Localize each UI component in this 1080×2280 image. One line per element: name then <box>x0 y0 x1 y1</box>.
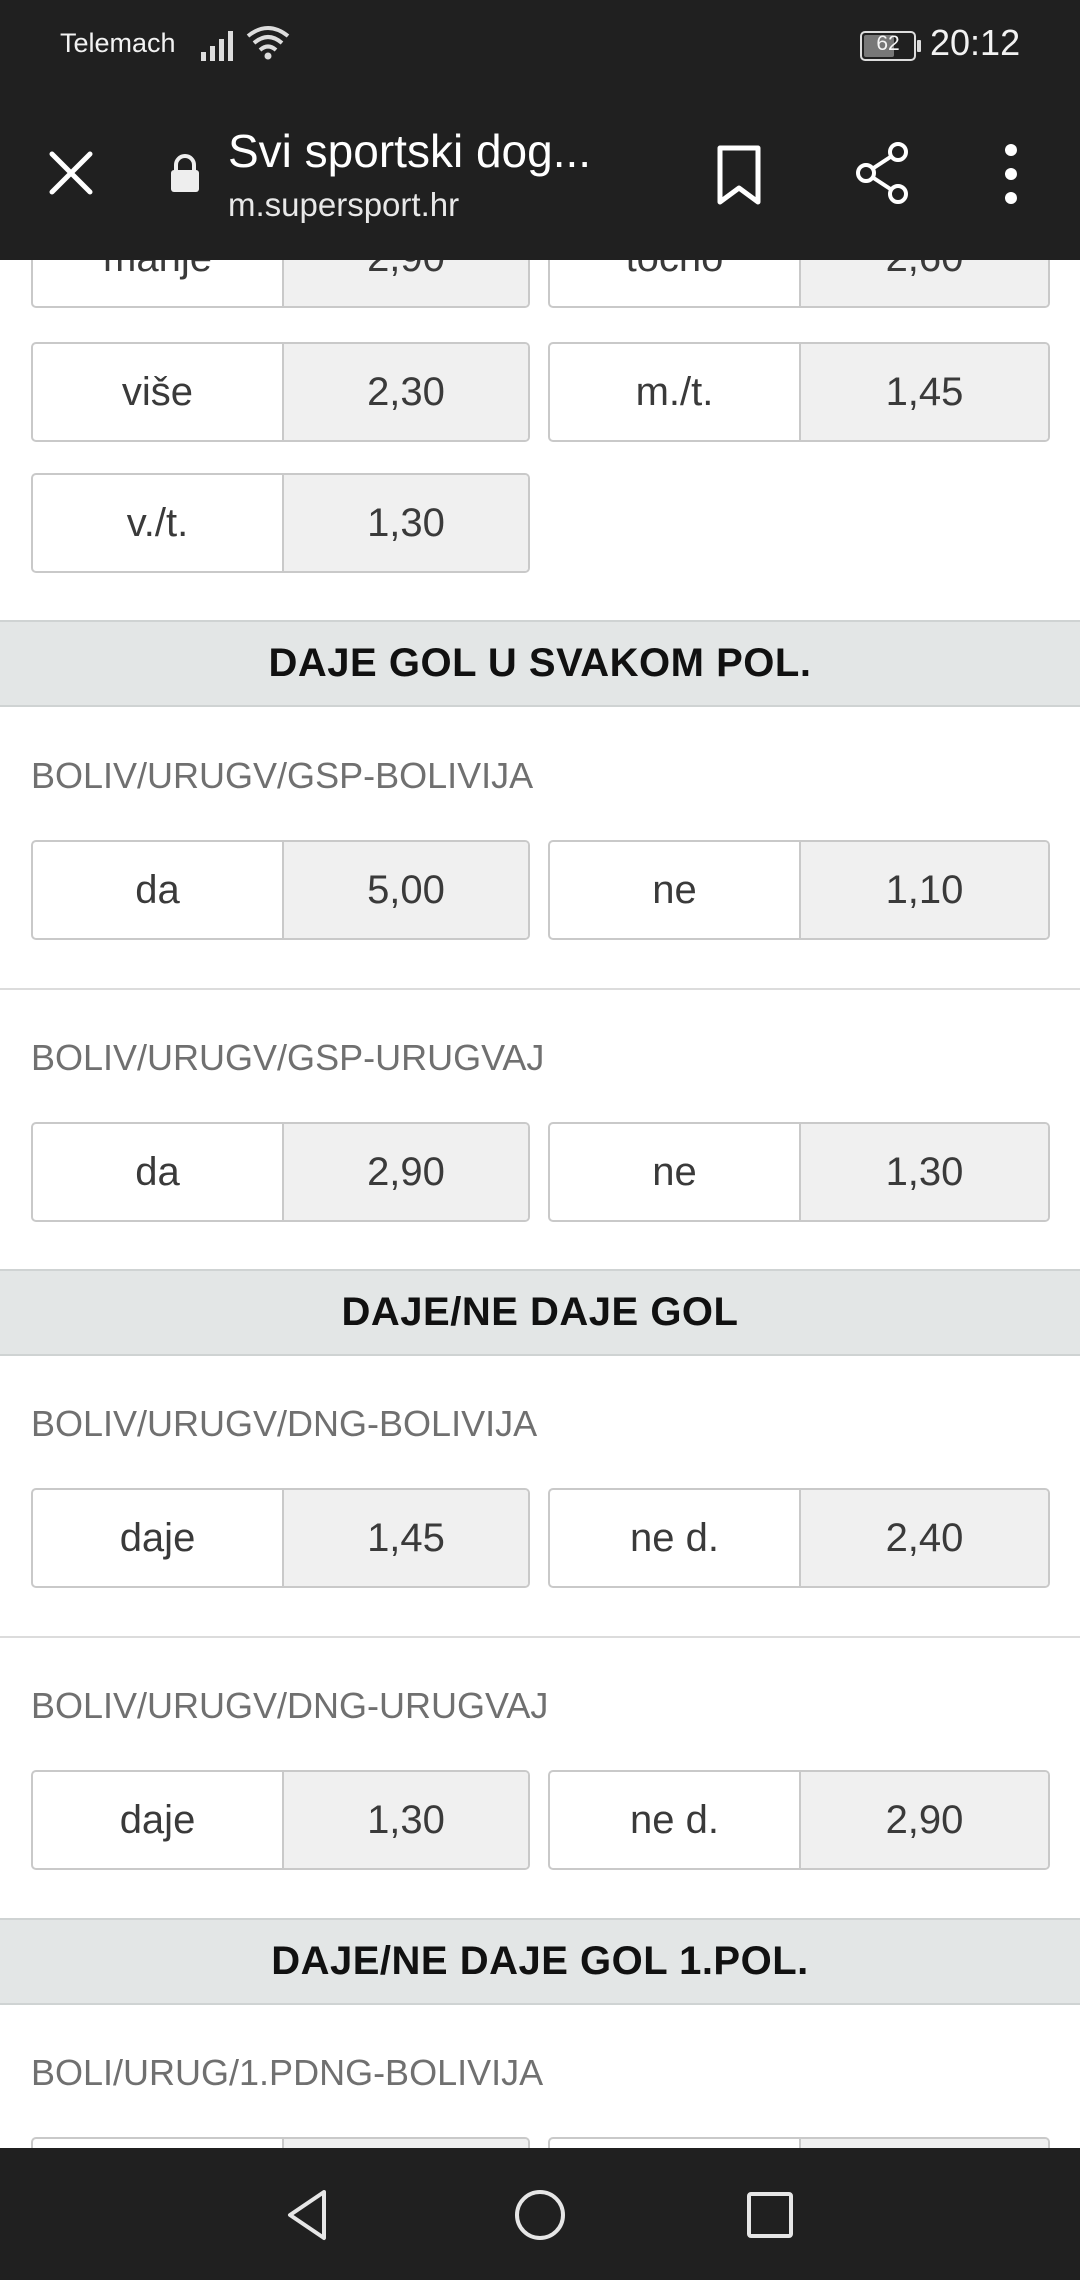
back-icon[interactable] <box>280 2186 338 2244</box>
odd-label: ne d. <box>550 1772 801 1868</box>
wifi-icon <box>246 26 290 60</box>
navigation-bar <box>0 2148 1080 2280</box>
odd-value: 1,30 <box>284 475 528 571</box>
battery-level: 62 <box>876 32 900 55</box>
odd-button[interactable]: ne 1,10 <box>548 840 1050 940</box>
odd-button[interactable]: da 5,00 <box>31 840 530 940</box>
odd-label: daje <box>33 1772 284 1868</box>
section-header: DAJE/NE DAJE GOL <box>0 1269 1080 1356</box>
event-name: BOLIV/URUGV/DNG-BOLIVIJA <box>31 1403 538 1444</box>
divider <box>0 1636 1080 1638</box>
odd-button[interactable]: da 2,90 <box>31 1122 530 1222</box>
odd-value <box>801 2139 1048 2148</box>
odd-value: 1,30 <box>801 1124 1048 1220</box>
odd-value: 2,90 <box>801 1772 1048 1868</box>
odd-label: manje <box>33 260 284 306</box>
section-header: DAJE GOL U SVAKOM POL. <box>0 620 1080 707</box>
odd-value: 1,45 <box>801 344 1048 440</box>
odd-button[interactable]: više 2,30 <box>31 342 530 442</box>
divider <box>0 988 1080 990</box>
more-vert-icon[interactable] <box>996 142 1026 206</box>
browser-toolbar: Svi sportski dog... m.supersport.hr <box>0 90 1080 260</box>
page-title[interactable]: Svi sportski dog... <box>228 124 591 178</box>
betting-content: manje 2,90 točno 2,60 više 2,30 m./t. 1,… <box>0 260 1080 2148</box>
odd-label <box>550 2139 801 2148</box>
share-icon[interactable] <box>850 140 916 206</box>
odd-label: ne d. <box>550 1490 801 1586</box>
odd-label: da <box>33 1124 284 1220</box>
odd-button[interactable]: ne d. 2,40 <box>548 1488 1050 1588</box>
home-icon[interactable] <box>511 2186 569 2244</box>
odd-label: da <box>33 842 284 938</box>
bookmark-icon[interactable] <box>712 144 766 206</box>
page-url[interactable]: m.supersport.hr <box>228 186 459 224</box>
odd-value: 1,45 <box>284 1490 528 1586</box>
odd-value <box>284 2139 528 2148</box>
odd-value: 2,90 <box>284 1124 528 1220</box>
event-name: BOLI/URUG/1.PDNG-BOLIVIJA <box>31 2052 544 2093</box>
odd-button[interactable]: m./t. 1,45 <box>548 342 1050 442</box>
event-name: BOLIV/URUGV/DNG-URUGVAJ <box>31 1685 549 1726</box>
odd-button[interactable] <box>548 2137 1050 2148</box>
odd-label: ne <box>550 842 801 938</box>
odd-label: v./t. <box>33 475 284 571</box>
odd-label: m./t. <box>550 344 801 440</box>
odd-button[interactable]: daje 1,45 <box>31 1488 530 1588</box>
odd-button[interactable]: točno 2,60 <box>548 260 1050 308</box>
lock-icon[interactable] <box>168 153 202 193</box>
odd-button[interactable]: ne 1,30 <box>548 1122 1050 1222</box>
odd-button[interactable] <box>31 2137 530 2148</box>
event-name: BOLIV/URUGV/GSP-BOLIVIJA <box>31 755 534 796</box>
odd-label: više <box>33 344 284 440</box>
close-icon[interactable] <box>40 142 102 204</box>
odd-value: 2,60 <box>801 260 1048 306</box>
odd-value: 1,30 <box>284 1772 528 1868</box>
odd-button[interactable]: manje 2,90 <box>31 260 530 308</box>
status-bar: Telemach 62 20:12 <box>0 0 1080 90</box>
clock: 20:12 <box>930 22 1021 63</box>
odd-value: 5,00 <box>284 842 528 938</box>
odd-value: 2,90 <box>284 260 528 306</box>
odd-button[interactable]: daje 1,30 <box>31 1770 530 1870</box>
recent-apps-icon[interactable] <box>745 2190 795 2240</box>
odd-value: 1,10 <box>801 842 1048 938</box>
carrier-name: Telemach <box>60 28 176 58</box>
odd-button[interactable]: v./t. 1,30 <box>31 473 530 573</box>
odd-value: 2,30 <box>284 344 528 440</box>
odd-value: 2,40 <box>801 1490 1048 1586</box>
odd-label: točno <box>550 260 801 306</box>
odd-label: ne <box>550 1124 801 1220</box>
section-header: DAJE/NE DAJE GOL 1.POL. <box>0 1918 1080 2005</box>
odd-label <box>33 2139 284 2148</box>
odd-button[interactable]: ne d. 2,90 <box>548 1770 1050 1870</box>
signal-icon <box>201 31 233 61</box>
odd-label: daje <box>33 1490 284 1586</box>
event-name: BOLIV/URUGV/GSP-URUGVAJ <box>31 1037 545 1078</box>
